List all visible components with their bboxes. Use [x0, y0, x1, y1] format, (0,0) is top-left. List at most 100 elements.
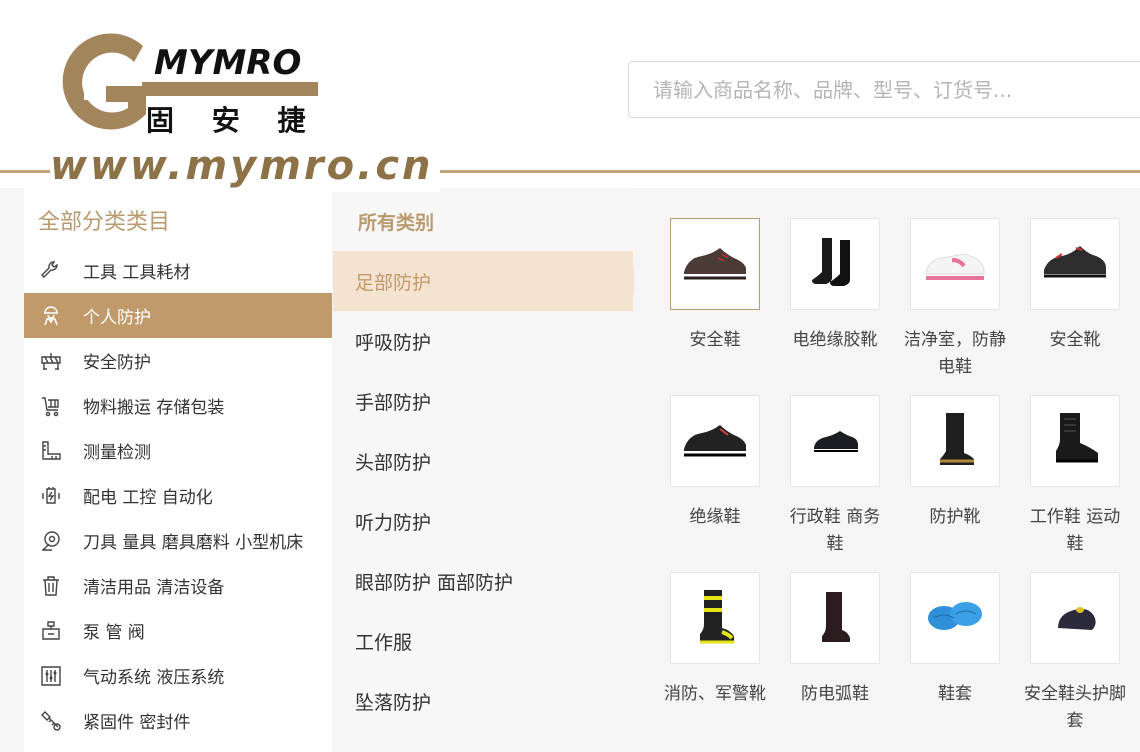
- sidebar-item-material-handling[interactable]: 物料搬运 存储包装: [24, 383, 332, 428]
- product-name: 电绝缘胶靴: [792, 330, 878, 350]
- product-thumbnail: [790, 218, 880, 310]
- rubber-boot-icon: [812, 238, 850, 286]
- product-thumbnail: [790, 395, 880, 487]
- category-list: 工具 工具耗材 个人防护 安全防护 物料搬运 存储包装 测量检测 配电 工控 自…: [24, 248, 332, 743]
- subcategory-foot-protection[interactable]: 足部防护: [333, 251, 647, 311]
- product-tile-safety-shoe[interactable]: 安全鞋: [660, 218, 770, 354]
- cleanroom-shoe-icon: [925, 253, 985, 280]
- sidebar-item-label: 紧固件 密封件: [83, 713, 191, 733]
- sidebar-item-cleaning[interactable]: 清洁用品 清洁设备: [24, 563, 332, 608]
- business-shoe-icon: [814, 431, 858, 452]
- product-tile-shoe-cover[interactable]: 鞋套: [900, 572, 1010, 708]
- product-tile-arc-boot[interactable]: 防电弧鞋: [780, 572, 890, 708]
- subcategory-respiratory-protection[interactable]: 呼吸防护: [333, 311, 633, 371]
- product-thumbnail: [670, 395, 760, 487]
- product-name: 鞋套: [938, 684, 972, 704]
- tall-boot-icon: [940, 413, 974, 465]
- product-tile-fire-boot[interactable]: 消防、军警靴: [660, 572, 770, 708]
- toe-cap-icon: [1058, 607, 1096, 630]
- product-thumbnail: [910, 395, 1000, 487]
- product-name: 安全靴: [1049, 330, 1101, 350]
- ruler-icon: [38, 438, 64, 464]
- sport-safety-shoe-icon: [1044, 246, 1106, 278]
- sidebar-item-label: 安全防护: [83, 353, 151, 373]
- pump-icon: [38, 618, 64, 644]
- work-boot-icon: [1056, 413, 1098, 463]
- product-name: 洁净室，防静电鞋: [904, 330, 1006, 377]
- product-name: 防电弧鞋: [801, 684, 869, 704]
- product-thumbnail: [910, 572, 1000, 664]
- product-tile-toe-cap[interactable]: 安全鞋头护脚套: [1020, 572, 1130, 735]
- category-sidebar: 全部分类类目 工具 工具耗材 个人防护 安全防护 物料搬运 存储包装 测量检测 …: [24, 188, 332, 752]
- subcategory-eye-face-protection[interactable]: 眼部防护 面部防护: [333, 551, 633, 611]
- search-box[interactable]: [628, 61, 1140, 118]
- sidebar-item-power-automation[interactable]: 配电 工控 自动化: [24, 473, 332, 518]
- product-thumbnail: [790, 572, 880, 664]
- trash-icon: [38, 573, 64, 599]
- product-tile-safety-boot[interactable]: 安全靴: [1020, 218, 1130, 354]
- sidebar-item-pumps-valves[interactable]: 泵 管 阀: [24, 608, 332, 653]
- bolt-icon: [38, 708, 64, 734]
- product-thumbnail: [670, 572, 760, 664]
- product-tile-business-shoe[interactable]: 行政鞋 商务鞋: [780, 395, 890, 558]
- worker-icon: [38, 303, 64, 329]
- barrier-icon: [38, 348, 64, 374]
- subcategory-hand-protection[interactable]: 手部防护: [333, 371, 633, 431]
- sidebar-item-fasteners[interactable]: 紧固件 密封件: [24, 698, 332, 743]
- sidebar-item-personal-protection[interactable]: 个人防护: [24, 293, 332, 338]
- svg-text:MYMRO: MYMRO: [154, 43, 301, 83]
- sidebar-item-pneumatic-hydraulic[interactable]: 气动系统 液压系统: [24, 653, 332, 698]
- product-thumbnail: [910, 218, 1000, 310]
- wrench-icon: [38, 258, 64, 284]
- product-name: 绝缘鞋: [689, 507, 741, 527]
- site-header: MYMRO 固 安 捷 www.mymro.cn: [0, 0, 1140, 192]
- product-name: 消防、军警靴: [664, 684, 766, 704]
- low-safety-shoe-icon: [684, 248, 746, 280]
- subcategory-fall-protection[interactable]: 坠落防护: [333, 671, 633, 731]
- subcategory-title: 所有类别: [358, 212, 435, 234]
- sidebar-item-cutting-tools[interactable]: 刀具 量具 磨具磨料 小型机床: [24, 518, 332, 563]
- product-grid: 安全鞋 电绝缘胶靴 洁净室，防静电鞋 安全靴 绝缘鞋 行政鞋 商务鞋 防护靴 工…: [634, 188, 1140, 752]
- product-name: 防护靴: [929, 507, 981, 527]
- logo-url-text: www.mymro.cn: [50, 140, 440, 192]
- shoe-cover-icon: [928, 602, 982, 630]
- product-tile-protective-boot[interactable]: 防护靴: [900, 395, 1010, 531]
- mymro-logo[interactable]: MYMRO 固 安 捷: [48, 32, 328, 142]
- product-thumbnail: [1030, 395, 1120, 487]
- product-name: 工作鞋 运动鞋: [1029, 507, 1121, 554]
- insulated-shoe-icon: [684, 425, 746, 457]
- product-name: 安全鞋头护脚套: [1024, 684, 1126, 731]
- product-thumbnail: [670, 218, 760, 310]
- product-tile-work-boot[interactable]: 工作鞋 运动鞋: [1020, 395, 1130, 558]
- subcategory-head-protection[interactable]: 头部防护: [333, 431, 633, 491]
- product-tile-insulated-shoe[interactable]: 绝缘鞋: [660, 395, 770, 531]
- subcategory-list: 足部防护 呼吸防护 手部防护 头部防护 听力防护 眼部防护 面部防护 工作服 坠…: [333, 251, 647, 731]
- product-name: 行政鞋 商务鞋: [789, 507, 881, 554]
- cart-icon: [38, 393, 64, 419]
- arc-boot-icon: [822, 592, 850, 642]
- product-thumbnail: [1030, 572, 1120, 664]
- product-tile-cleanroom-shoe[interactable]: 洁净室，防静电鞋: [900, 218, 1010, 381]
- sidebar-item-tools[interactable]: 工具 工具耗材: [24, 248, 332, 293]
- product-tile-rubber-boot[interactable]: 电绝缘胶靴: [780, 218, 890, 354]
- sidebar-item-label: 泵 管 阀: [83, 623, 145, 643]
- hydraulic-icon: [38, 663, 64, 689]
- subcategory-workwear[interactable]: 工作服: [333, 611, 633, 671]
- sidebar-item-measurement[interactable]: 测量检测: [24, 428, 332, 473]
- sidebar-item-label: 测量检测: [83, 443, 151, 463]
- subcategory-hearing-protection[interactable]: 听力防护: [333, 491, 633, 551]
- subcategory-panel: 所有类别 足部防护 呼吸防护 手部防护 头部防护 听力防护 眼部防护 面部防护 …: [333, 188, 647, 752]
- product-name: 安全鞋: [689, 330, 741, 350]
- sidebar-item-safety-protection[interactable]: 安全防护: [24, 338, 332, 383]
- search-input[interactable]: [629, 62, 1140, 117]
- fire-boot-icon: [700, 590, 734, 644]
- svg-text:固 安 捷: 固 安 捷: [146, 104, 320, 137]
- plug-icon: [38, 483, 64, 509]
- sidebar-item-label: 气动系统 液压系统: [83, 668, 225, 688]
- sidebar-item-label: 个人防护: [83, 308, 151, 328]
- sidebar-item-label: 清洁用品 清洁设备: [83, 578, 225, 598]
- blade-icon: [38, 528, 64, 554]
- sidebar-item-label: 工具 工具耗材: [83, 263, 191, 283]
- sidebar-item-label: 刀具 量具 磨具磨料 小型机床: [83, 533, 304, 553]
- sidebar-item-label: 物料搬运 存储包装: [83, 398, 225, 418]
